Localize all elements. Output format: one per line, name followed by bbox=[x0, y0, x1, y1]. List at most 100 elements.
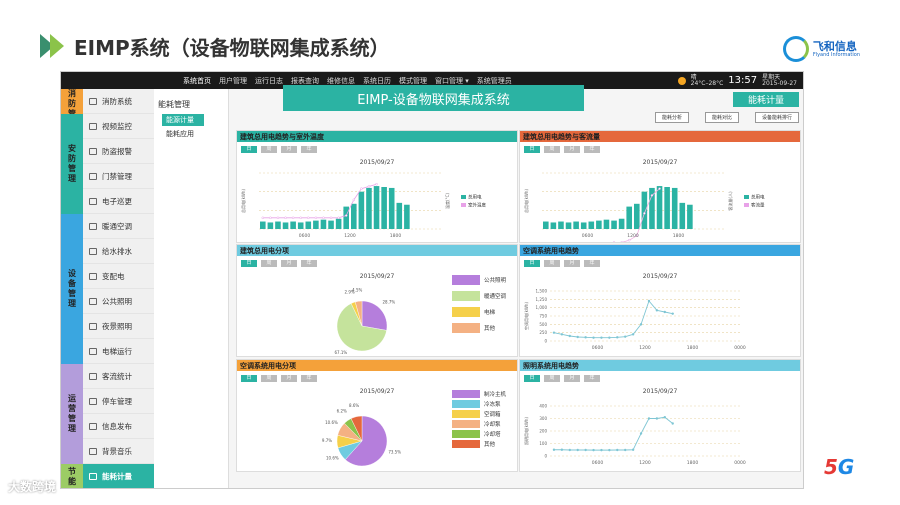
period-tab[interactable]: 周 bbox=[544, 146, 560, 153]
sidebar-item[interactable]: 暖通空调 bbox=[83, 214, 154, 239]
nav-home[interactable]: 系统首页 bbox=[179, 76, 215, 86]
chart-panel-title: 建筑总用电趋势与室外温度 bbox=[237, 131, 517, 142]
period-tab[interactable]: 年 bbox=[301, 375, 317, 382]
period-tab[interactable]: 年 bbox=[301, 260, 317, 267]
x-tick-label: 0000 bbox=[734, 460, 746, 466]
y-tick-label: 0 bbox=[544, 454, 547, 459]
sidebar-item[interactable]: 客流统计 bbox=[83, 364, 154, 389]
sidebar-item-label: 暖通空调 bbox=[102, 221, 132, 231]
bar bbox=[404, 204, 410, 229]
sidebar-item[interactable]: 公共照明 bbox=[83, 289, 154, 314]
sub-item-energy-metering[interactable]: 能源计量 bbox=[162, 114, 204, 126]
sun-icon bbox=[677, 76, 686, 85]
pie-label: 8.6% bbox=[349, 403, 359, 408]
period-tab[interactable]: 月 bbox=[564, 146, 580, 153]
bar bbox=[656, 186, 663, 229]
menu-icon bbox=[89, 197, 97, 205]
data-point bbox=[584, 336, 587, 339]
nav-reports[interactable]: 报表查询 bbox=[287, 76, 323, 86]
bar bbox=[550, 222, 557, 229]
sidebar-item-label: 门禁管理 bbox=[102, 171, 132, 181]
nav-users[interactable]: 用户管理 bbox=[215, 76, 251, 86]
data-point bbox=[624, 448, 627, 452]
nav-calendar[interactable]: 系统日历 bbox=[359, 76, 395, 86]
sidebar-item[interactable]: 电梯运行 bbox=[83, 339, 154, 364]
watermark: 大数跨境 bbox=[8, 480, 57, 494]
chart-svg: 0600 1200 1800 总用电(kWh) 温度(°C) 总用电室外温度 bbox=[240, 172, 486, 239]
nav-modes[interactable]: 模式管理 bbox=[395, 76, 431, 86]
brand-logo-block: 飞和信息 Flyand Information bbox=[782, 36, 860, 62]
sidebar-item[interactable]: 夜景照明 bbox=[83, 314, 154, 339]
period-tab[interactable]: 日 bbox=[524, 260, 540, 267]
period-tab[interactable]: 周 bbox=[261, 146, 277, 153]
period-tab[interactable]: 周 bbox=[261, 260, 277, 267]
sidebar-item[interactable]: 视频监控 bbox=[83, 114, 154, 139]
period-tab[interactable]: 日 bbox=[241, 260, 257, 267]
period-tab[interactable]: 月 bbox=[281, 375, 297, 382]
period-tab[interactable]: 日 bbox=[524, 375, 540, 382]
period-tab[interactable]: 年 bbox=[584, 260, 600, 267]
sidebar-item[interactable]: 停车管理 bbox=[83, 389, 154, 414]
menu-icon bbox=[89, 97, 97, 105]
sidebar-item[interactable]: 门禁管理 bbox=[83, 164, 154, 189]
nav-windows[interactable]: 窗口管理 ▾ bbox=[431, 76, 473, 86]
chart-panel: 空调系统用电分项日周月年 2015/09/27 制冷主机 冷冻泵 空调箱 冷却泵 冷却塔 其他… bbox=[236, 359, 518, 472]
data-point bbox=[552, 331, 556, 334]
bar bbox=[313, 220, 319, 229]
bar bbox=[596, 220, 602, 229]
y-axis-label: 照明用电(kWh) bbox=[523, 417, 529, 445]
data-point bbox=[655, 417, 659, 420]
period-tab[interactable]: 年 bbox=[584, 375, 600, 382]
sidebar-item[interactable]: 防盗报警 bbox=[83, 139, 154, 164]
sub-menu-header: 能耗管理 bbox=[158, 100, 190, 109]
sidebar-item[interactable]: 变配电 bbox=[83, 264, 154, 289]
menu-icon bbox=[89, 397, 97, 405]
energy-metering-button[interactable]: 能耗计量 bbox=[733, 92, 799, 107]
y-axis-right-label: 温度(°C) bbox=[444, 193, 450, 209]
data-point bbox=[375, 182, 378, 186]
nav-logs[interactable]: 运行日志 bbox=[251, 76, 287, 86]
chart-svg: 28.7%67.1%2.9%4.5%总用电(kWh) bbox=[335, 287, 396, 355]
period-tab[interactable]: 日 bbox=[241, 375, 257, 382]
period-tab[interactable]: 日 bbox=[241, 146, 257, 153]
data-point bbox=[360, 187, 363, 190]
data-point bbox=[600, 448, 603, 452]
menu-icon bbox=[89, 447, 97, 455]
data-point bbox=[584, 448, 587, 452]
data-point bbox=[560, 448, 564, 451]
period-tab[interactable]: 月 bbox=[564, 375, 580, 382]
series-line bbox=[553, 416, 673, 451]
period-tab[interactable]: 日 bbox=[524, 146, 540, 153]
period-tab[interactable]: 月 bbox=[281, 146, 297, 153]
pie-label: 67.1% bbox=[335, 350, 348, 355]
period-tab[interactable]: 年 bbox=[301, 146, 317, 153]
data-point bbox=[671, 312, 674, 315]
data-point bbox=[322, 216, 325, 220]
x-tick-label: 1200 bbox=[639, 460, 651, 466]
sidebar-item[interactable]: 给水排水 bbox=[83, 239, 154, 264]
period-tab[interactable]: 月 bbox=[564, 260, 580, 267]
period-tab[interactable]: 月 bbox=[281, 260, 297, 267]
energy-analysis-button[interactable]: 能耗分析 bbox=[654, 112, 689, 123]
nav-maintenance[interactable]: 维修信息 bbox=[323, 76, 359, 86]
energy-compare-button[interactable]: 能耗对比 bbox=[704, 112, 739, 123]
period-tab[interactable]: 周 bbox=[261, 375, 277, 382]
bar bbox=[679, 202, 686, 229]
sidebar-item[interactable]: 能耗计量 bbox=[83, 464, 154, 488]
sidebar-item[interactable]: 信息发布 bbox=[83, 414, 154, 439]
5g-logo: 5G bbox=[824, 455, 855, 479]
period-tab[interactable]: 周 bbox=[544, 375, 560, 382]
nav-admin[interactable]: 系统管理员 bbox=[473, 76, 516, 86]
data-point bbox=[352, 198, 356, 202]
device-ranking-button[interactable]: 设备能耗排行 bbox=[754, 112, 799, 123]
sidebar-item-label: 给水排水 bbox=[102, 246, 132, 256]
y-axis-right-label: 客流量(人) bbox=[727, 191, 733, 211]
data-point bbox=[568, 448, 571, 452]
data-point bbox=[307, 216, 310, 220]
sidebar-item[interactable]: 背景音乐 bbox=[83, 439, 154, 464]
sidebar-item[interactable]: 电子巡更 bbox=[83, 189, 154, 214]
period-tab[interactable]: 周 bbox=[544, 260, 560, 267]
period-tab[interactable]: 年 bbox=[584, 146, 600, 153]
sidebar-item[interactable]: 消防系统 bbox=[83, 89, 154, 114]
sub-item-energy-application[interactable]: 能耗应用 bbox=[154, 126, 228, 139]
